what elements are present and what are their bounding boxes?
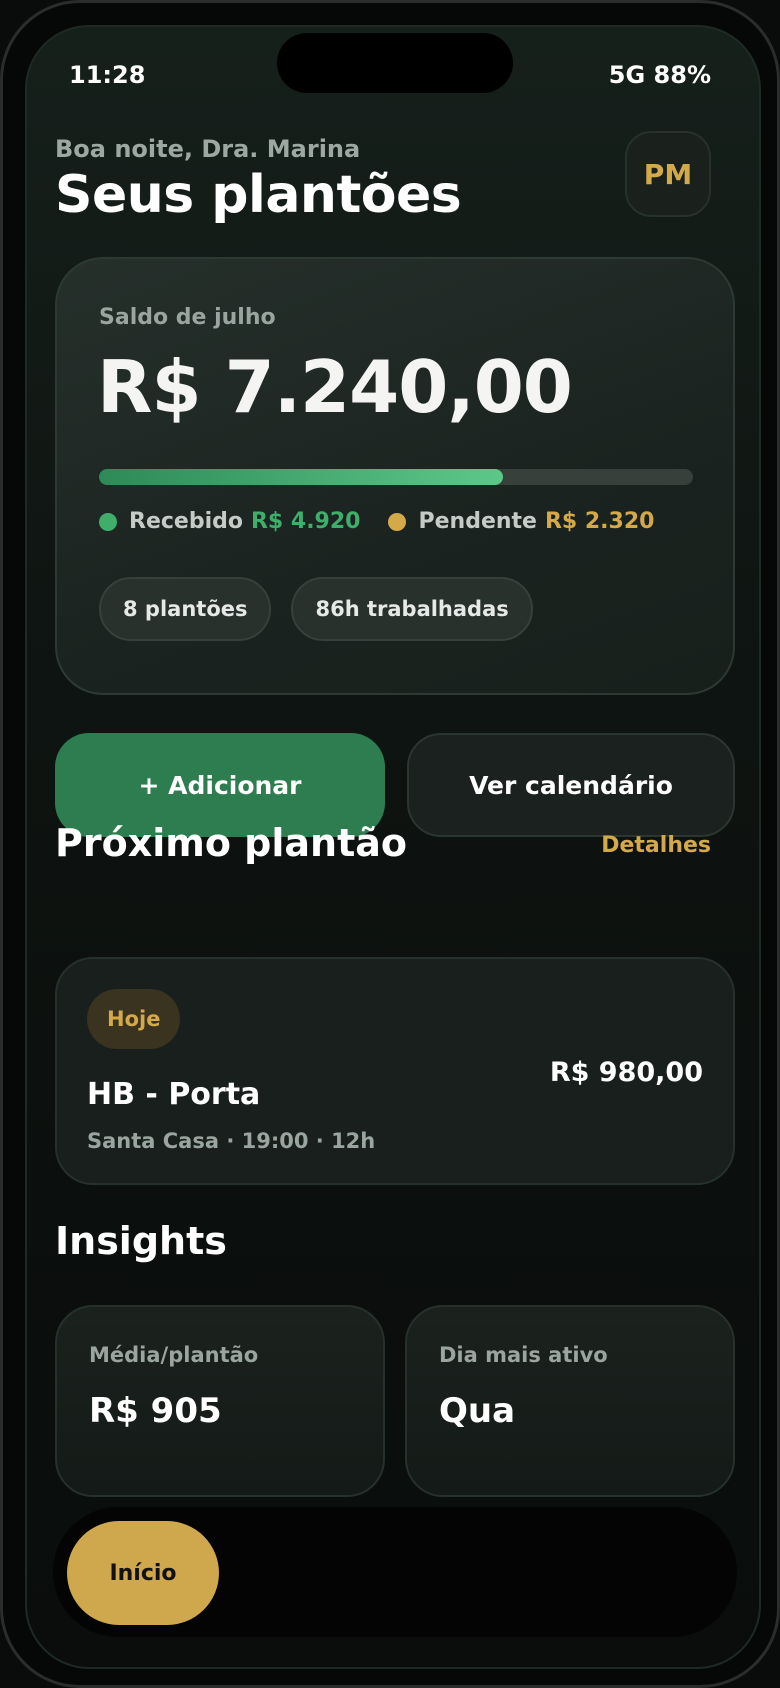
received-value: R$ 4.920: [250, 509, 361, 534]
next-shift-card[interactable]: Hoje HB - Porta Santa Casa · 19:00 · 12h…: [55, 957, 735, 1185]
next-shift-section-title: Próximo plantão: [55, 821, 408, 865]
insight-value: Qua: [439, 1391, 516, 1431]
pending-label: Pendente: [418, 509, 537, 534]
greeting-text: Boa noite, Dra. Marina: [55, 135, 361, 163]
details-link[interactable]: Detalhes: [601, 833, 711, 858]
pending-value: R$ 2.320: [544, 509, 655, 534]
today-badge: Hoje: [87, 989, 181, 1049]
shift-value: R$ 980,00: [549, 1057, 703, 1088]
status-indicators: 5G 88%: [608, 61, 711, 89]
shift-meta: Santa Casa · 19:00 · 12h: [87, 1129, 376, 1153]
phone-frame: 11:28 5G 88% Boa noite, Dra. Marina Seus…: [0, 0, 780, 1688]
insight-card-average[interactable]: Média/plantão R$ 905: [55, 1305, 385, 1497]
payment-progress-bar: [99, 469, 693, 485]
avatar[interactable]: PM: [625, 131, 711, 217]
payment-progress-fill: [99, 469, 503, 485]
balance-amount: R$ 7.240,00: [97, 345, 573, 429]
received-dot-icon: [99, 512, 117, 531]
app-screen: 11:28 5G 88% Boa noite, Dra. Marina Seus…: [25, 25, 761, 1669]
dynamic-island: [277, 33, 513, 93]
insight-label: Dia mais ativo: [439, 1343, 608, 1367]
payment-legend: Recebido R$ 4.920 Pendente R$ 2.320: [99, 509, 654, 534]
insight-label: Média/plantão: [89, 1343, 259, 1367]
shifts-count-chip: 8 plantões: [99, 577, 272, 641]
balance-label: Saldo de julho: [99, 305, 276, 330]
tab-home[interactable]: Início: [67, 1521, 219, 1625]
received-label: Recebido: [129, 509, 243, 534]
insight-value: R$ 905: [89, 1391, 222, 1431]
pending-dot-icon: [388, 512, 407, 531]
balance-card: Saldo de julho R$ 7.240,00 Recebido R$ 4…: [55, 257, 735, 695]
bottom-tab-bar: Início: [53, 1507, 737, 1637]
status-time: 11:28: [69, 61, 146, 89]
insight-card-active-day[interactable]: Dia mais ativo Qua: [405, 1305, 735, 1497]
hours-worked-chip: 86h trabalhadas: [291, 577, 533, 641]
insights-section-title: Insights: [55, 1219, 227, 1263]
view-calendar-button[interactable]: Ver calendário: [407, 733, 735, 837]
page-title: Seus plantões: [55, 165, 462, 225]
shift-name: HB - Porta: [87, 1077, 261, 1112]
stats-chips: 8 plantões 86h trabalhadas: [99, 577, 533, 641]
